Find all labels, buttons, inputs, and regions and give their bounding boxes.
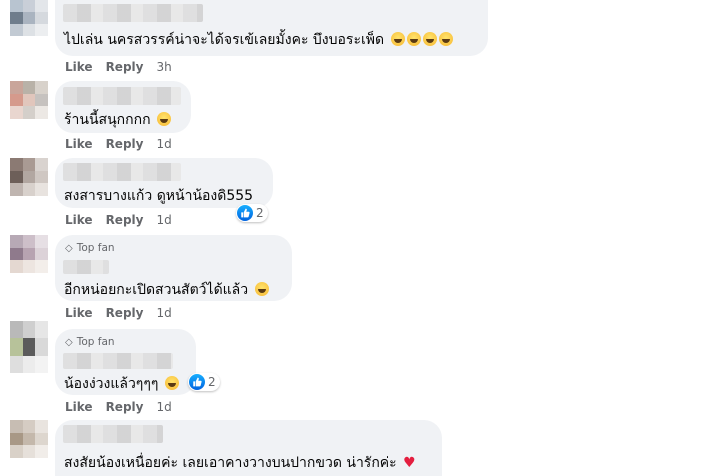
author-name[interactable] (63, 163, 181, 181)
comment-text-wrap: ร้านนี้สนุกกกก (64, 109, 171, 131)
author-name[interactable] (63, 4, 203, 22)
laugh-emoji-icon (406, 32, 421, 46)
author-name[interactable] (63, 87, 181, 105)
heart-icon: ♥ (403, 455, 416, 471)
timestamp[interactable]: 3h (156, 60, 171, 74)
reaction-count: 2 (256, 206, 264, 220)
comment-bubble: ร้านนี้สนุกกกก (55, 81, 191, 133)
timestamp[interactable]: 1d (156, 137, 171, 151)
comment-actions: Like Reply 1d (65, 400, 172, 414)
laugh-emoji-icon (157, 112, 171, 126)
timestamp[interactable]: 1d (156, 400, 171, 414)
comment-text: อีกหน่อยกะเปิดสวนสัตว์ได้แล้ว (64, 282, 249, 298)
comment-actions: Like Reply 3h (65, 60, 172, 74)
timestamp[interactable]: 1d (156, 213, 171, 227)
reply-button[interactable]: Reply (106, 400, 144, 414)
thumbs-up-icon (237, 205, 253, 221)
avatar[interactable] (10, 321, 48, 373)
comment-text-wrap: ไปเล่น นครสวรรค์น่าจะได้จรเข้เลยมั้งคะ บ… (64, 29, 453, 51)
like-button[interactable]: Like (65, 137, 93, 151)
reply-button[interactable]: Reply (106, 213, 144, 227)
avatar[interactable] (10, 0, 48, 36)
comment-bubble: ไปเล่น นครสวรรค์น่าจะได้จรเข้เลยมั้งคะ บ… (55, 0, 488, 56)
comment-actions: Like Reply 1d (65, 213, 172, 227)
top-fan-badge: ◇ Top fan (65, 336, 115, 348)
avatar[interactable] (10, 158, 48, 196)
avatar[interactable] (10, 235, 48, 273)
comment-bubble: สงสัยน้องเหนื่อยค่ะ เลยเอาคางวางบนปากขวด… (55, 420, 442, 476)
comment-text: ไปเล่น นครสวรรค์น่าจะได้จรเข้เลยมั้งคะ บ… (64, 32, 385, 48)
reaction-summary[interactable]: 2 (236, 204, 268, 222)
diamond-icon: ◇ (65, 336, 73, 348)
comment-bubble: ◇ Top fan อีกหน่อยกะเปิดสวนสัตว์ได้แล้ว (55, 235, 292, 301)
timestamp[interactable]: 1d (156, 306, 171, 320)
laugh-emoji-icon (254, 282, 269, 296)
reaction-count: 2 (208, 375, 216, 389)
reaction-summary[interactable]: 2 (188, 373, 220, 391)
comment-actions: Like Reply 1d (65, 306, 172, 320)
author-name[interactable] (63, 353, 173, 369)
comment-text-wrap: น้องง่วงแล้วๆๆๆ (64, 373, 179, 395)
top-fan-label: Top fan (76, 242, 115, 254)
reply-button[interactable]: Reply (106, 137, 144, 151)
comment-bubble: ◇ Top fan น้องง่วงแล้วๆๆๆ (55, 329, 196, 395)
author-name[interactable] (63, 425, 163, 443)
avatar[interactable] (10, 420, 48, 458)
laugh-emoji-icon (438, 32, 453, 46)
comment-text-wrap: อีกหน่อยกะเปิดสวนสัตว์ได้แล้ว (64, 279, 269, 301)
like-button[interactable]: Like (65, 213, 93, 227)
comment-text: สงสารบางแก้ว ดูหน้าน้องดิ555 (64, 188, 254, 204)
like-button[interactable]: Like (65, 60, 93, 74)
laugh-emoji-icon (390, 32, 405, 46)
diamond-icon: ◇ (65, 242, 73, 254)
comment-text: ร้านนี้สนุกกกก (64, 112, 151, 128)
top-fan-badge: ◇ Top fan (65, 242, 115, 254)
comment-text-wrap: สงสัยน้องเหนื่อยค่ะ เลยเอาคางวางบนปากขวด… (64, 452, 416, 474)
like-button[interactable]: Like (65, 306, 93, 320)
comment-bubble: สงสารบางแก้ว ดูหน้าน้องดิ555 (55, 158, 273, 208)
reply-button[interactable]: Reply (106, 306, 144, 320)
author-name[interactable] (63, 260, 109, 274)
like-button[interactable]: Like (65, 400, 93, 414)
comment-text: สงสัยน้องเหนื่อยค่ะ เลยเอาคางวางบนปากขวด… (64, 455, 397, 471)
thumbs-up-icon (189, 374, 205, 390)
reply-button[interactable]: Reply (106, 60, 144, 74)
laugh-emoji-icon (422, 32, 437, 46)
comment-text: น้องง่วงแล้วๆๆๆ (64, 376, 159, 392)
top-fan-label: Top fan (76, 336, 115, 348)
avatar[interactable] (10, 81, 48, 119)
comment-actions: Like Reply 1d (65, 137, 172, 151)
laugh-emoji-icon (164, 376, 179, 390)
